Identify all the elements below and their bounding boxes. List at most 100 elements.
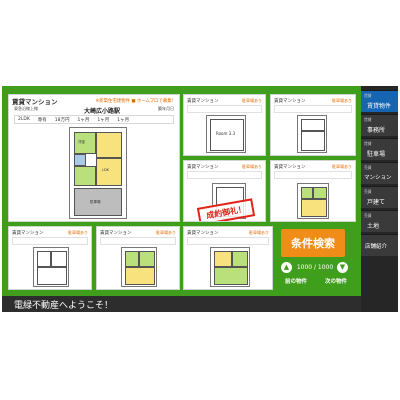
card-header: 賃貸マンション 駐車場あり [100, 229, 176, 236]
floor-plan-label: 洋室 [78, 140, 85, 144]
floor-plan-room [96, 132, 122, 158]
card-info-row [187, 171, 262, 179]
floor-plan-image [297, 183, 329, 219]
featured-property-card[interactable]: 賃貸マンション ※新築住宅建物件 ■ ホームプロで募集！ 東急沿線上線 大崎広小… [8, 94, 180, 222]
floor-plan-room [214, 251, 232, 267]
address-row: 東急沿線上線 大崎広小路駅 築年月日 [14, 106, 174, 115]
sidebar-item-land[interactable]: 売買 土地 [361, 210, 398, 232]
floor-plan-room [51, 251, 67, 267]
sidebar-item-label: 戸建て [367, 199, 386, 206]
sidebar-item-tag: 賃貸 [364, 141, 372, 146]
sidebar-item-tag: 賃貸 [364, 93, 372, 98]
sidebar-item-label: マンション [364, 175, 392, 181]
property-card[interactable]: 賃貸マンション 駐車場あり 成約御礼！ [183, 160, 266, 222]
card-header: 賃貸マンション 駐車場あり [274, 97, 352, 104]
card-badge: 駐車場あり [68, 229, 88, 235]
floor-plan-room [214, 267, 248, 285]
card-badge: 駐車場あり [332, 97, 352, 103]
sidebar-item-mansion[interactable]: 売買 マンション [361, 162, 398, 184]
pager-labels: 前の物件 次の物件 [281, 277, 351, 286]
previous-button[interactable]: ▲ [281, 262, 292, 273]
sidebar-item-rental-property[interactable]: 賃貸 賃貸物件 [361, 90, 398, 112]
card-badge: ※新築住宅建物件 ■ ホームプロで募集！ [95, 98, 176, 104]
card-title: 賃貸マンション [274, 164, 306, 170]
card-title: 賃貸マンション [12, 230, 44, 236]
floor-plan-room [301, 131, 325, 151]
floor-plan-room [301, 187, 313, 199]
property-card[interactable]: 賃貸マンション 駐車場あり [270, 160, 356, 222]
floor-plan-room [301, 199, 327, 217]
pager: ▲ 1000 / 1000 ▼ [281, 262, 351, 274]
floor-plan-room [125, 267, 155, 285]
card-info-row [274, 105, 352, 113]
sidebar-item-office[interactable]: 賃貸 事務所 [361, 114, 398, 136]
sidebar-item-label: 賃貸物件 [367, 103, 392, 110]
sidebar-item-tag: 売買 [364, 213, 372, 218]
sidebar-item-tag: 売買 [364, 189, 372, 194]
card-title: 賃貸マンション [274, 98, 306, 104]
card-header: 賃貸マンション 駐車場あり [187, 97, 262, 104]
floor-plan-room [232, 251, 248, 267]
specs-row: 2LDK 専有 18万円 1ヶ月 1ヶ月 1ヶ月 [14, 115, 174, 124]
previous-label[interactable]: 前の物件 [285, 277, 307, 285]
sidebar-item-label: 店舗紹介 [365, 244, 388, 250]
spec-fee: 1ヶ月 [117, 117, 130, 123]
card-info-row [187, 237, 269, 245]
card-header: 賃貸マンション 駐車場あり [187, 163, 262, 170]
floor-plan-room [74, 154, 86, 166]
property-card[interactable]: 賃貸マンション 駐車場あり [183, 226, 273, 290]
floor-plan-image [210, 247, 250, 287]
date-text: 築年月日 [158, 106, 174, 111]
card-info-row [100, 237, 176, 245]
chevron-up-icon: ▲ [283, 263, 290, 271]
floor-plan-label: 駐車場 [90, 200, 101, 204]
card-header: 賃貸マンション ※新築住宅建物件 ■ ホームプロで募集！ [12, 97, 176, 106]
floor-plan-image [297, 115, 327, 153]
card-info-row [12, 237, 88, 245]
spec-layout: 2LDK [18, 117, 30, 122]
property-card[interactable]: 賃貸マンション 駐車場あり Room 3.3 [183, 94, 266, 156]
floor-plan-room [139, 251, 155, 267]
card-badge: 駐車場あり [249, 229, 269, 235]
sidebar-item-store-intro[interactable]: 店舗紹介 [361, 234, 398, 256]
spec-key-money: 1ヶ月 [97, 117, 110, 123]
sidebar-item-label: 事務所 [367, 127, 386, 134]
card-header: 賃貸マンション 駐車場あり [274, 163, 352, 170]
category-sidebar: 賃貸 賃貸物件 賃貸 事務所 賃貸 駐車場 売買 マンション 売買 戸建て 売買… [361, 86, 398, 312]
card-badge: 駐車場あり [242, 97, 262, 103]
floor-plan-room [313, 187, 327, 199]
card-badge: 駐車場あり [242, 163, 262, 169]
page-counter: 1000 / 1000 [296, 264, 334, 271]
card-title: 賃貸マンション [187, 164, 219, 170]
search-button[interactable]: 条件検索 [281, 229, 345, 257]
next-label[interactable]: 次の物件 [325, 277, 347, 285]
chevron-down-icon: ▼ [339, 263, 346, 271]
property-card[interactable]: 賃貸マンション 駐車場あり [8, 226, 92, 290]
floor-plan-room [301, 119, 325, 131]
address-text: 東急沿線上線 [14, 106, 38, 111]
sidebar-item-label: 駐車場 [367, 151, 386, 158]
sidebar-item-tag: 賃貸 [364, 117, 372, 122]
spec-deposit: 1ヶ月 [77, 117, 90, 123]
floor-plan-image: Room 3.3 [206, 115, 246, 153]
floor-plan-room [37, 267, 67, 285]
floor-plan-room [37, 251, 51, 267]
floor-plan-image [121, 247, 157, 287]
floor-plan-image [33, 247, 69, 287]
card-badge: 駐車場あり [332, 163, 352, 169]
floor-plan-room [74, 166, 96, 186]
property-card[interactable]: 賃貸マンション 駐車場あり [270, 94, 356, 156]
sidebar-item-parking[interactable]: 賃貸 駐車場 [361, 138, 398, 160]
card-header: 賃貸マンション 駐車場あり [187, 229, 269, 236]
sold-stamp: 成約御礼！ [196, 198, 256, 221]
floor-plan-room [96, 158, 122, 186]
sidebar-item-house[interactable]: 売買 戸建て [361, 186, 398, 208]
floor-plan-image: 洋室 LDK 駐車場 [69, 127, 127, 219]
spec-label: 専有 [37, 117, 47, 123]
welcome-text: 電緑不動産へようこそ！ [14, 300, 114, 311]
card-header: 賃貸マンション 駐車場あり [12, 229, 88, 236]
property-card[interactable]: 賃貸マンション 駐車場あり [96, 226, 180, 290]
next-button[interactable]: ▼ [337, 262, 348, 273]
card-info-row [187, 105, 262, 113]
floor-plan-label: Room 3.3 [216, 131, 236, 136]
